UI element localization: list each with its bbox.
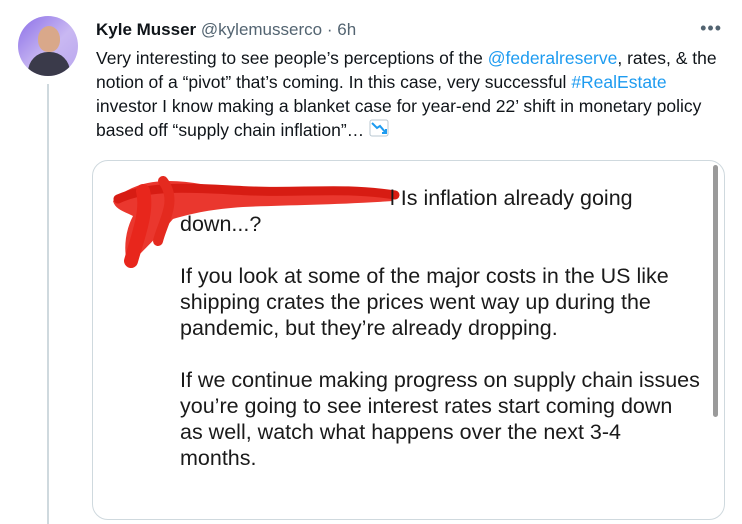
avatar[interactable] — [18, 16, 78, 76]
chart-decreasing-icon — [369, 119, 389, 137]
avatar-torso — [28, 52, 70, 76]
hashtag-realestate[interactable]: #RealEstate — [571, 72, 666, 92]
tweet-text: Very interesting to see people’s percept… — [96, 46, 720, 142]
note-line1b: down...? — [180, 212, 262, 236]
more-options-icon[interactable]: ••• — [700, 18, 722, 39]
separator-dot: · — [326, 20, 333, 39]
tweet-text-part3: investor I know making a blanket case fo… — [96, 96, 702, 140]
note-line1: l Is inflation already going — [390, 186, 633, 210]
note-text: l Is inflation already going down...? If … — [180, 185, 700, 497]
note-paragraph-3: If we continue making progress on supply… — [180, 368, 700, 470]
media-card[interactable]: l Is inflation already going down...? If … — [92, 160, 725, 520]
scrollbar[interactable] — [713, 165, 718, 417]
thread-line — [47, 84, 49, 524]
mention-federalreserve[interactable]: @federalreserve — [488, 48, 618, 68]
tweet-text-part1: Very interesting to see people’s percept… — [96, 48, 488, 68]
timestamp[interactable]: 6h — [337, 20, 356, 39]
author-handle[interactable]: @kylemusserco — [201, 20, 322, 39]
avatar-head — [38, 26, 60, 52]
tweet-header: Kyle Musser @kylemusserco · 6h — [96, 20, 356, 40]
note-paragraph-2: If you look at some of the major costs i… — [180, 264, 669, 340]
author-name[interactable]: Kyle Musser — [96, 20, 196, 39]
